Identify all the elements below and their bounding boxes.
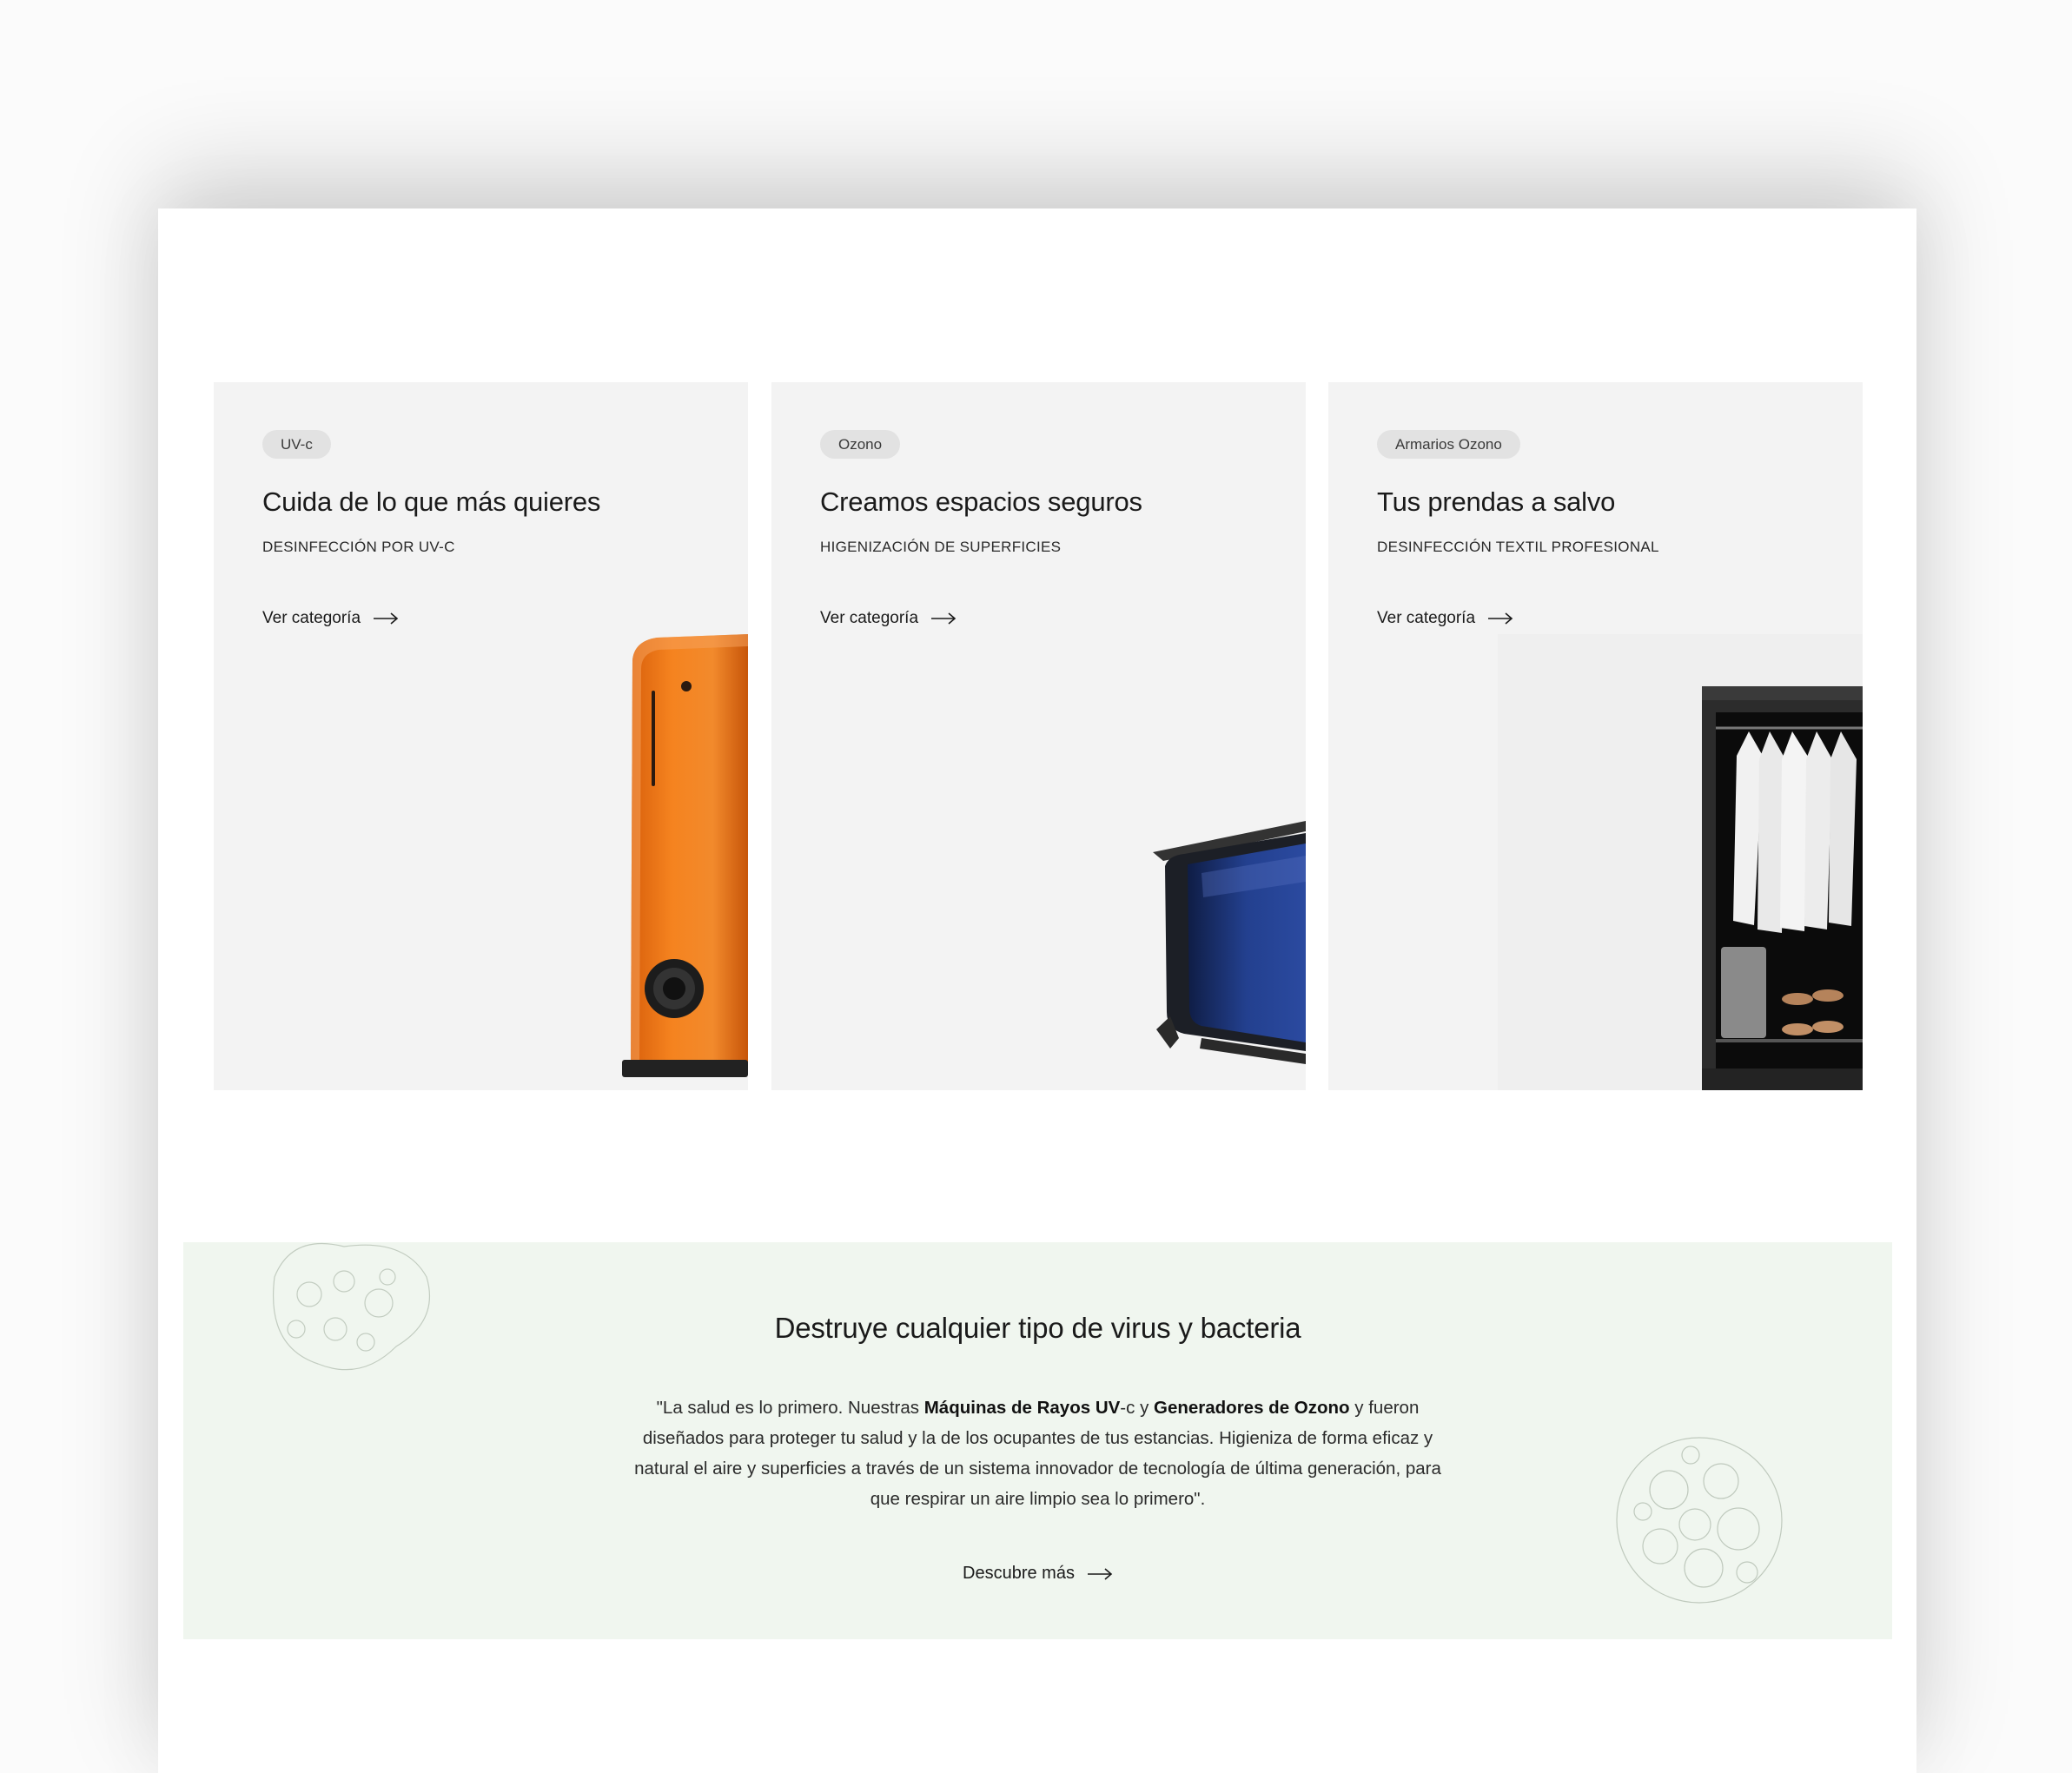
category-tag: Armarios Ozono: [1377, 430, 1520, 459]
view-category-label: Ver categoría: [1377, 609, 1476, 627]
arrow-right-icon: [374, 612, 399, 625]
category-tag: UV-c: [262, 430, 331, 459]
virus-illustration-icon: [273, 1243, 430, 1371]
view-category-link[interactable]: Ver categoría: [1377, 609, 1513, 628]
card-subtitle: DESINFECCIÓN TEXTIL PROFESIONAL: [1377, 539, 1659, 555]
arrow-right-icon: [1488, 612, 1513, 625]
discover-more-label: Descubre más: [963, 1564, 1075, 1583]
banner-title: Destruye cualquier tipo de virus y bacte…: [774, 1312, 1301, 1344]
arrow-right-icon: [1087, 1567, 1113, 1580]
category-card-armarios[interactable]: Armarios Ozono Tus prendas a salvo DESIN…: [1328, 382, 1863, 1090]
category-card-ozono[interactable]: Ozono Creamos espacios seguros HIGENIZAC…: [771, 382, 1306, 1090]
card-title: Creamos espacios seguros: [820, 486, 1142, 517]
category-card-uvc[interactable]: UV-c Cuida de lo que más quieres DESINFE…: [214, 382, 748, 1090]
banner-text: "La salud es lo primero. Nuestras: [656, 1398, 924, 1418]
view-category-link[interactable]: Ver categoría: [820, 609, 957, 628]
product-image-uvc-machine: [622, 634, 748, 1077]
card-title: Cuida de lo que más quieres: [262, 486, 601, 517]
discover-more-link[interactable]: Descubre más: [183, 1564, 1892, 1584]
view-category-link[interactable]: Ver categoría: [262, 609, 399, 628]
product-image-ozone-wardrobe: [1702, 686, 1863, 1090]
card-title: Tus prendas a salvo: [1377, 486, 1616, 517]
view-category-label: Ver categoría: [262, 609, 361, 627]
info-banner: Destruye cualquier tipo de virus y bacte…: [183, 1242, 1892, 1639]
card-subtitle: HIGENIZACIÓN DE SUPERFICIES: [820, 539, 1062, 555]
category-tag: Ozono: [820, 430, 901, 459]
banner-bold-ozone: Generadores de Ozono: [1154, 1398, 1350, 1418]
banner-quote: "La salud es lo primero. Nuestras Máquin…: [618, 1393, 1458, 1514]
card-subtitle: DESINFECCIÓN POR UV-C: [262, 539, 455, 555]
banner-bold-uv: Máquinas de Rayos UV: [923, 1398, 1121, 1418]
banner-text: -c y: [1120, 1398, 1155, 1418]
virus-illustration-icon: [1616, 1437, 1783, 1604]
product-image-ozone-generator: [1153, 821, 1306, 1064]
arrow-right-icon: [931, 612, 957, 625]
view-category-label: Ver categoría: [820, 609, 919, 627]
